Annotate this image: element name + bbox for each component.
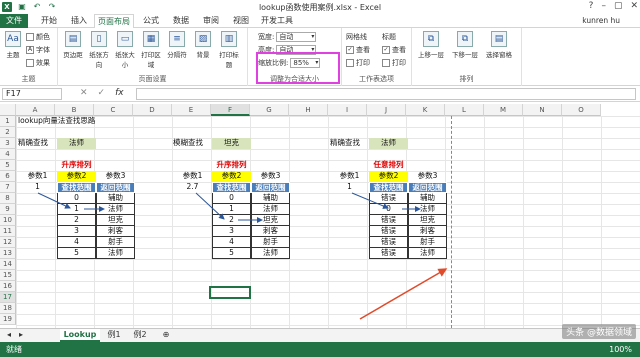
fonts-icon: A (26, 46, 34, 54)
title-bar: X ▣ ↶ ↷ lookup函数使用案例.xlsx - Excel ? – ▢ … (0, 0, 640, 14)
tab-insert[interactable]: 插入 (66, 14, 92, 28)
margins-button[interactable]: ▤ 页边距 (62, 31, 84, 59)
tab-file[interactable]: 文件 (0, 14, 28, 28)
watermark: 头条 @数据领域 (562, 324, 636, 339)
fonts-button[interactable]: A 字体 (26, 45, 50, 55)
effects-icon (26, 59, 34, 67)
background-icon: ▨ (195, 31, 211, 47)
print-area-icon: ▦ (143, 31, 159, 47)
minimize-icon[interactable]: – (601, 1, 606, 11)
tab-formulas[interactable]: 公式 (138, 14, 164, 28)
tab-home[interactable]: 开始 (36, 14, 62, 28)
themes-button[interactable]: Aa 主题 (2, 31, 24, 59)
print-area-button[interactable]: ▦ 打印区域 (140, 31, 162, 69)
tab-developer[interactable]: 开发工具 (258, 14, 296, 28)
tab-view[interactable]: 视图 (228, 14, 254, 28)
print-titles-button[interactable]: ▥ 打印标题 (218, 31, 240, 69)
status-bar: 就绪 100% (0, 342, 640, 357)
headings-print-checkbox[interactable]: 打印 (382, 58, 406, 68)
size-button[interactable]: ▭ 纸张大小 (114, 31, 136, 69)
width-select[interactable]: 自动 (276, 32, 317, 42)
margins-icon: ▤ (65, 31, 81, 47)
scale-highlight-box (256, 52, 340, 84)
close-icon[interactable]: ✕ (630, 1, 638, 11)
sheet-tab-ex1[interactable]: 例1 (102, 329, 126, 342)
breaks-button[interactable]: ≡ 分隔符 (166, 31, 188, 59)
formula-input[interactable] (136, 88, 636, 100)
bring-forward-icon: ⧉ (423, 31, 439, 47)
gridlines-print-checkbox[interactable]: 打印 (346, 58, 370, 68)
fx-icon[interactable]: fx (115, 88, 124, 98)
cancel-icon[interactable]: ✕ (80, 88, 88, 98)
headings-view-checkbox[interactable]: ✓ 查看 (382, 45, 406, 55)
print-titles-icon: ▥ (221, 31, 237, 47)
gridlines-view-checkbox[interactable]: ✓ 查看 (346, 45, 370, 55)
breaks-icon: ≡ (169, 31, 185, 47)
themes-icon: Aa (5, 31, 21, 47)
effects-button[interactable]: 效果 (26, 58, 50, 68)
sheet-tab-ex2[interactable]: 例2 (128, 329, 152, 342)
selection-pane-icon: ▤ (491, 31, 507, 47)
worksheet[interactable]: ABCDEFGHIJKLMNO 1 2 3 4 5 6 7 8 9 10 11 12 13 14 15 16 1… (0, 104, 640, 328)
orientation-button[interactable]: ▯ 纸张方向 (88, 31, 110, 69)
sheet-tab-bar: ◂ ▸ Lookup 例1 例2 ⊕ (0, 328, 640, 342)
colors-button[interactable]: 颜色 (26, 32, 50, 42)
ribbon-tabs: 文件 开始 插入 页面布局 公式 数据 审阅 视图 开发工具 kunren hu (0, 14, 640, 29)
tab-data[interactable]: 数据 (168, 14, 194, 28)
colors-icon (26, 33, 34, 41)
status-ready: 就绪 (6, 345, 22, 354)
name-box[interactable]: F17 (2, 88, 62, 100)
group-themes: Aa 主题 颜色 A 字体 效果 主题 (0, 28, 58, 86)
sheet-tab-lookup[interactable]: Lookup (60, 329, 100, 342)
scroll-left-icon[interactable]: ◂ (4, 329, 14, 342)
user-name[interactable]: kunren hu (582, 16, 620, 25)
window-title: lookup函数使用案例.xlsx - Excel (258, 3, 382, 12)
help-icon[interactable]: ? (589, 1, 594, 11)
group-arrange: ⧉ 上移一层 ⧉ 下移一层 ▤ 选择窗格 排列 (412, 28, 522, 86)
add-sheet-icon[interactable]: ⊕ (160, 329, 172, 342)
tab-page-layout[interactable]: 页面布局 (94, 14, 134, 29)
orientation-icon: ▯ (91, 31, 107, 47)
scroll-right-icon[interactable]: ▸ (16, 329, 26, 342)
enter-icon[interactable]: ✓ (98, 88, 106, 98)
annotation-arrows (37, 192, 448, 320)
zoom-level[interactable]: 100% (609, 342, 632, 357)
background-button[interactable]: ▨ 背景 (192, 31, 214, 59)
selection-pane-button[interactable]: ▤ 选择窗格 (484, 31, 514, 59)
tab-review[interactable]: 审阅 (198, 14, 224, 28)
send-backward-icon: ⧉ (457, 31, 473, 47)
group-sheet-options: 网格线 标题 ✓ 查看 ✓ 查看 打印 打印 工作表选项 (342, 28, 412, 86)
formula-bar: F17 ✕ ✓ fx (0, 86, 640, 102)
group-page-setup: ▤ 页边距 ▯ 纸张方向 ▭ 纸张大小 ▦ 打印区域 ≡ 分隔符 ▨ 背景 ▥ 打印标题 页面… (58, 28, 248, 86)
maximize-icon[interactable]: ▢ (614, 1, 623, 11)
send-backward-button[interactable]: ⧉ 下移一层 (450, 31, 480, 59)
bring-forward-button[interactable]: ⧉ 上移一层 (416, 31, 446, 59)
paper-size-icon: ▭ (117, 31, 133, 47)
